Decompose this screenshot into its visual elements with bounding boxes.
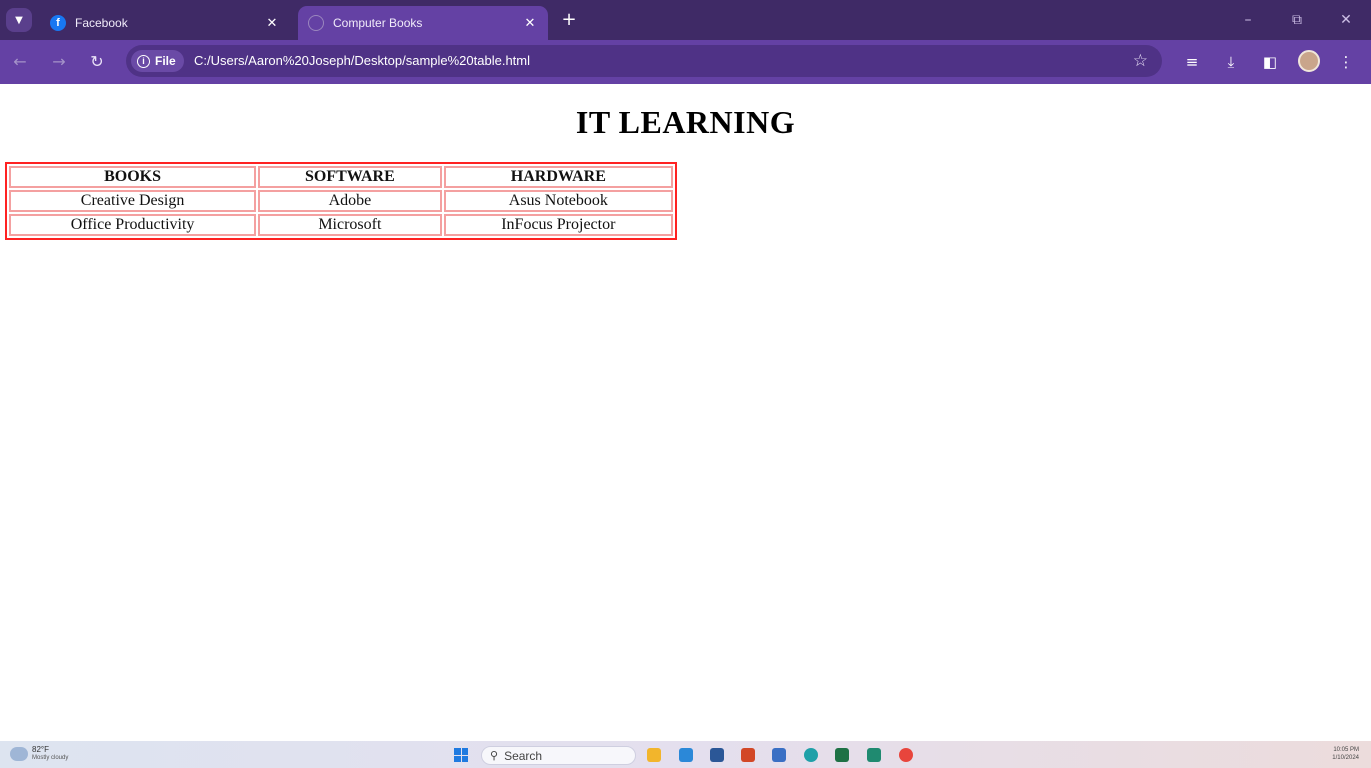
column-header-hardware: HARDWARE bbox=[443, 166, 673, 188]
publisher-icon[interactable] bbox=[867, 748, 881, 762]
site-info-chip[interactable]: i File bbox=[131, 50, 184, 72]
more-menu-icon[interactable]: ⋮ bbox=[1336, 52, 1356, 72]
powerpoint-icon[interactable] bbox=[741, 748, 755, 762]
weather-condition: Mostly cloudy bbox=[32, 755, 69, 761]
search-icon: ⚲ bbox=[490, 750, 499, 762]
restore-icon[interactable]: ⧉ bbox=[1286, 10, 1308, 30]
tab-title: Facebook bbox=[75, 16, 128, 30]
site-info-label: File bbox=[155, 54, 176, 68]
table-row: Office Productivity Microsoft InFocus Pr… bbox=[9, 214, 673, 236]
reload-icon[interactable]: ↻ bbox=[86, 51, 108, 73]
table-header-row: BOOKS SOFTWARE HARDWARE bbox=[9, 166, 673, 188]
address-bar[interactable]: i File C:/Users/Aaron%20Joseph/Desktop/s… bbox=[126, 45, 1162, 77]
tab-search-button[interactable]: ▼ bbox=[6, 8, 32, 32]
page-content: IT LEARNING BOOKS SOFTWARE HARDWARE Crea… bbox=[0, 84, 1371, 741]
windows-start-icon[interactable] bbox=[454, 748, 468, 762]
tab-computer-books[interactable]: o Computer Books ✕ bbox=[298, 6, 548, 40]
system-clock[interactable]: 10:05 PM 1/10/2024 bbox=[1332, 746, 1359, 762]
table-cell: Asus Notebook bbox=[443, 190, 673, 212]
facebook-icon: f bbox=[50, 15, 66, 31]
new-tab-button[interactable]: + bbox=[558, 9, 580, 31]
chevron-down-icon: ▼ bbox=[15, 14, 23, 26]
mail-icon[interactable] bbox=[772, 748, 786, 762]
url-text[interactable]: C:/Users/Aaron%20Joseph/Desktop/sample%2… bbox=[194, 53, 530, 68]
clock-date: 1/10/2024 bbox=[1332, 755, 1359, 761]
table-row: Creative Design Adobe Asus Notebook bbox=[9, 190, 673, 212]
window-close-icon[interactable]: ✕ bbox=[1335, 10, 1357, 30]
download-icon[interactable]: ⤓ bbox=[1221, 52, 1241, 72]
bookmark-star-icon[interactable]: ☆ bbox=[1133, 51, 1148, 71]
edge-icon[interactable] bbox=[804, 748, 818, 762]
info-icon: i bbox=[137, 54, 150, 68]
windows-taskbar: 82°F Mostly cloudy ⚲ Search 10:05 PM 1/1… bbox=[0, 741, 1371, 768]
search-placeholder: Search bbox=[504, 748, 543, 763]
side-panel-icon[interactable]: ◧ bbox=[1260, 52, 1280, 72]
column-header-books: BOOKS bbox=[9, 166, 257, 188]
notepad-icon[interactable] bbox=[679, 748, 693, 762]
chrome-icon[interactable] bbox=[899, 748, 913, 762]
forward-icon[interactable]: → bbox=[48, 51, 70, 73]
taskbar-search[interactable]: ⚲ Search bbox=[481, 746, 636, 765]
profile-avatar[interactable] bbox=[1298, 50, 1320, 72]
word-icon[interactable] bbox=[710, 748, 724, 762]
table-cell: Adobe bbox=[258, 190, 442, 212]
tab-facebook[interactable]: f Facebook ✕ bbox=[40, 6, 290, 40]
cloud-icon bbox=[10, 746, 28, 761]
file-explorer-icon[interactable] bbox=[647, 748, 661, 762]
media-queue-icon[interactable]: ≡ bbox=[1182, 52, 1202, 72]
weather-widget[interactable]: 82°F Mostly cloudy bbox=[10, 745, 68, 762]
clock-time: 10:05 PM bbox=[1333, 747, 1359, 753]
tab-strip: ▼ f Facebook ✕ o Computer Books ✕ + – ⧉ … bbox=[0, 0, 1371, 40]
table-cell: Office Productivity bbox=[9, 214, 257, 236]
globe-icon: o bbox=[308, 15, 324, 31]
weather-temp: 82°F bbox=[32, 745, 49, 754]
data-table: BOOKS SOFTWARE HARDWARE Creative Design … bbox=[5, 162, 677, 240]
page-heading: IT LEARNING bbox=[575, 104, 796, 140]
close-icon[interactable]: ✕ bbox=[264, 15, 280, 31]
excel-icon[interactable] bbox=[835, 748, 849, 762]
browser-toolbar: ← → ↻ i File C:/Users/Aaron%20Joseph/Des… bbox=[0, 40, 1371, 84]
close-icon[interactable]: ✕ bbox=[522, 15, 538, 31]
table-cell: InFocus Projector bbox=[443, 214, 673, 236]
table-cell: Microsoft bbox=[258, 214, 442, 236]
column-header-software: SOFTWARE bbox=[258, 166, 442, 188]
tab-title: Computer Books bbox=[333, 16, 423, 30]
minimize-icon[interactable]: – bbox=[1237, 10, 1259, 30]
back-icon[interactable]: ← bbox=[9, 51, 31, 73]
table-cell: Creative Design bbox=[9, 190, 257, 212]
